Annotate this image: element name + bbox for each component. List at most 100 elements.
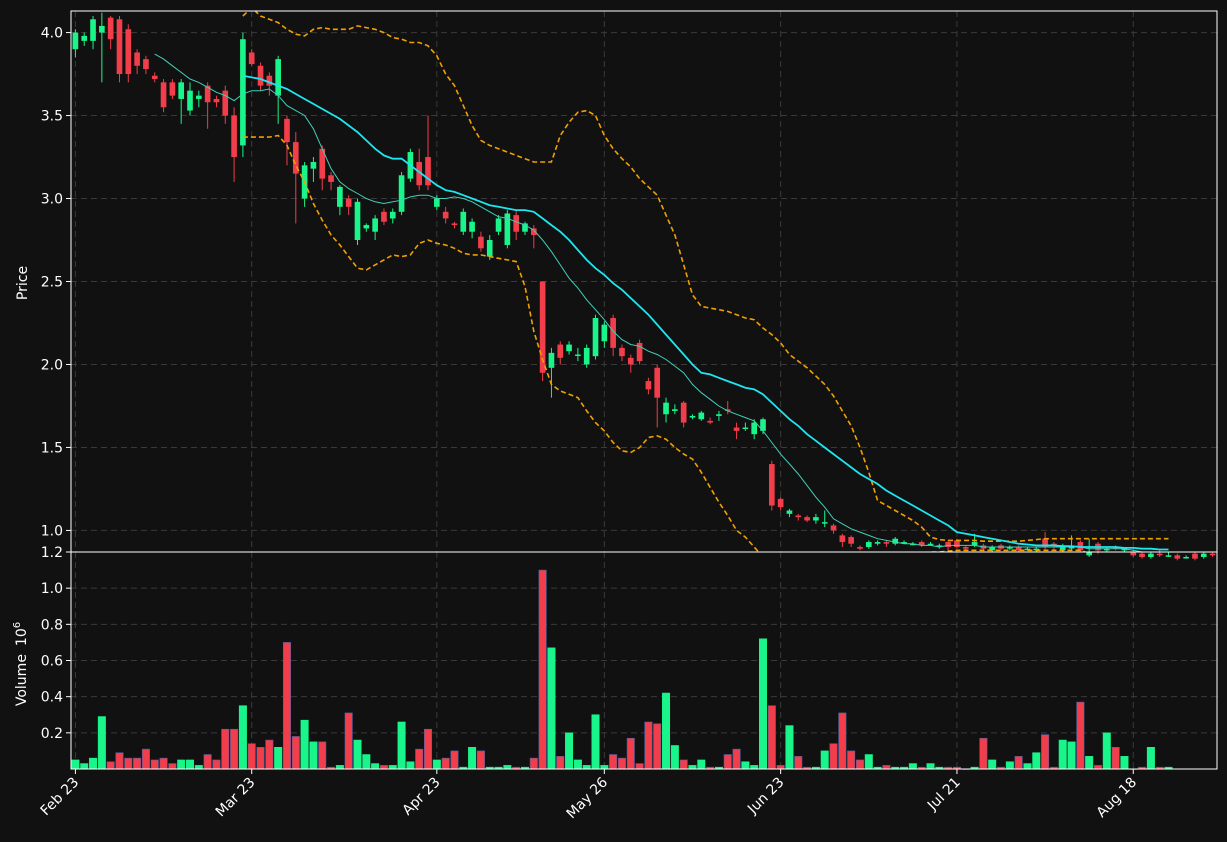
candle-body — [566, 344, 572, 352]
candle-body — [742, 427, 749, 430]
volume-bar — [133, 757, 142, 770]
candle-body — [125, 29, 132, 75]
volume-bar — [855, 759, 864, 770]
volume-bar — [1067, 741, 1076, 770]
volume-bar — [388, 765, 397, 770]
candle-body — [557, 344, 564, 358]
volume-bar — [1085, 756, 1094, 770]
volume-axis-exponent-base: 10 — [14, 628, 30, 646]
candle-body — [81, 35, 88, 41]
volume-bar — [159, 757, 168, 770]
candle-body — [486, 240, 493, 257]
candle-body — [865, 542, 872, 548]
volume-bar — [591, 714, 600, 770]
price-tick-label: 2.0 — [41, 357, 63, 373]
volume-bar — [759, 638, 768, 770]
volume-bar — [662, 692, 671, 770]
candle-body — [716, 414, 722, 416]
candle-body — [345, 198, 352, 207]
volume-bar — [785, 725, 794, 770]
candle-body — [619, 347, 625, 357]
candle-body — [848, 537, 854, 544]
candle-body — [663, 402, 669, 415]
candle-body — [813, 517, 819, 521]
candle-body — [143, 59, 149, 70]
volume-axis-exponent: 6 — [12, 622, 23, 628]
candle-body — [769, 464, 775, 506]
volume-bar — [635, 763, 644, 770]
volume-bar — [1041, 734, 1050, 770]
volume-bar — [697, 759, 706, 770]
volume-bar — [124, 757, 133, 770]
volume-bar — [547, 647, 556, 770]
volume-tick-label: 1.0 — [41, 581, 63, 597]
volume-bar — [282, 642, 291, 770]
candle-body — [1200, 553, 1207, 557]
volume-bar — [573, 759, 582, 770]
volume-bar — [432, 759, 441, 770]
volume-bar — [106, 761, 115, 770]
candle-body — [874, 542, 881, 544]
candle-body — [72, 32, 79, 50]
volume-tick-label: 0.2 — [41, 726, 63, 742]
volume-bar — [1032, 752, 1041, 770]
volume-bar — [441, 757, 450, 770]
volume-bar — [794, 756, 803, 770]
candle-body — [883, 542, 890, 544]
volume-bar — [926, 763, 935, 770]
candle-body — [786, 510, 793, 514]
volume-bar — [150, 759, 159, 770]
candle-body — [248, 52, 255, 65]
candle-body — [1165, 555, 1172, 557]
price-tick-label: 2.5 — [41, 275, 63, 291]
candle-body — [689, 415, 696, 418]
volume-bar — [1120, 756, 1129, 770]
candle-body — [680, 402, 687, 423]
volume-bar — [1023, 763, 1032, 770]
price-tick-label: 3.5 — [41, 109, 63, 125]
candle-body — [134, 52, 140, 66]
candle-body — [954, 540, 960, 548]
volume-bar — [71, 759, 80, 770]
volume-bar — [688, 765, 697, 770]
volume-bar — [988, 759, 997, 770]
candle-body — [707, 420, 713, 423]
volume-bar — [979, 737, 988, 770]
volume-bar — [847, 750, 856, 770]
candle-body — [240, 39, 246, 146]
volume-bar — [415, 748, 424, 770]
candle-body — [1209, 553, 1216, 556]
candle-body — [187, 90, 193, 111]
volume-bar — [379, 765, 388, 770]
candle-body — [381, 211, 387, 222]
volume-bar — [670, 745, 679, 770]
volume-bar — [221, 728, 230, 770]
volume-bar — [723, 754, 732, 770]
volume-bar — [115, 752, 124, 770]
volume-bar — [274, 746, 283, 770]
candle-body — [1156, 553, 1163, 556]
volume-bar — [644, 721, 653, 770]
volume-bar — [1058, 739, 1067, 770]
volume-bar — [291, 736, 300, 770]
candle-body — [284, 118, 290, 143]
volume-bar — [767, 705, 776, 770]
volume-bar — [300, 719, 309, 770]
volume-bar — [424, 728, 433, 770]
candle-body — [804, 517, 810, 521]
candle-body — [460, 211, 467, 232]
candle-body — [1183, 556, 1189, 559]
candle-body — [751, 422, 758, 435]
volume-bar — [97, 716, 106, 770]
price-tick-label: 3.0 — [41, 192, 63, 208]
candle-body — [592, 318, 599, 357]
candle-body — [1139, 553, 1145, 557]
candle-body — [213, 98, 220, 103]
volume-bar — [362, 754, 371, 770]
volume-bar — [529, 757, 538, 770]
candle-body — [971, 542, 978, 546]
volume-bar — [247, 743, 256, 770]
candle-body — [672, 409, 678, 411]
candle-body — [469, 221, 475, 232]
volume-bar — [653, 723, 662, 770]
